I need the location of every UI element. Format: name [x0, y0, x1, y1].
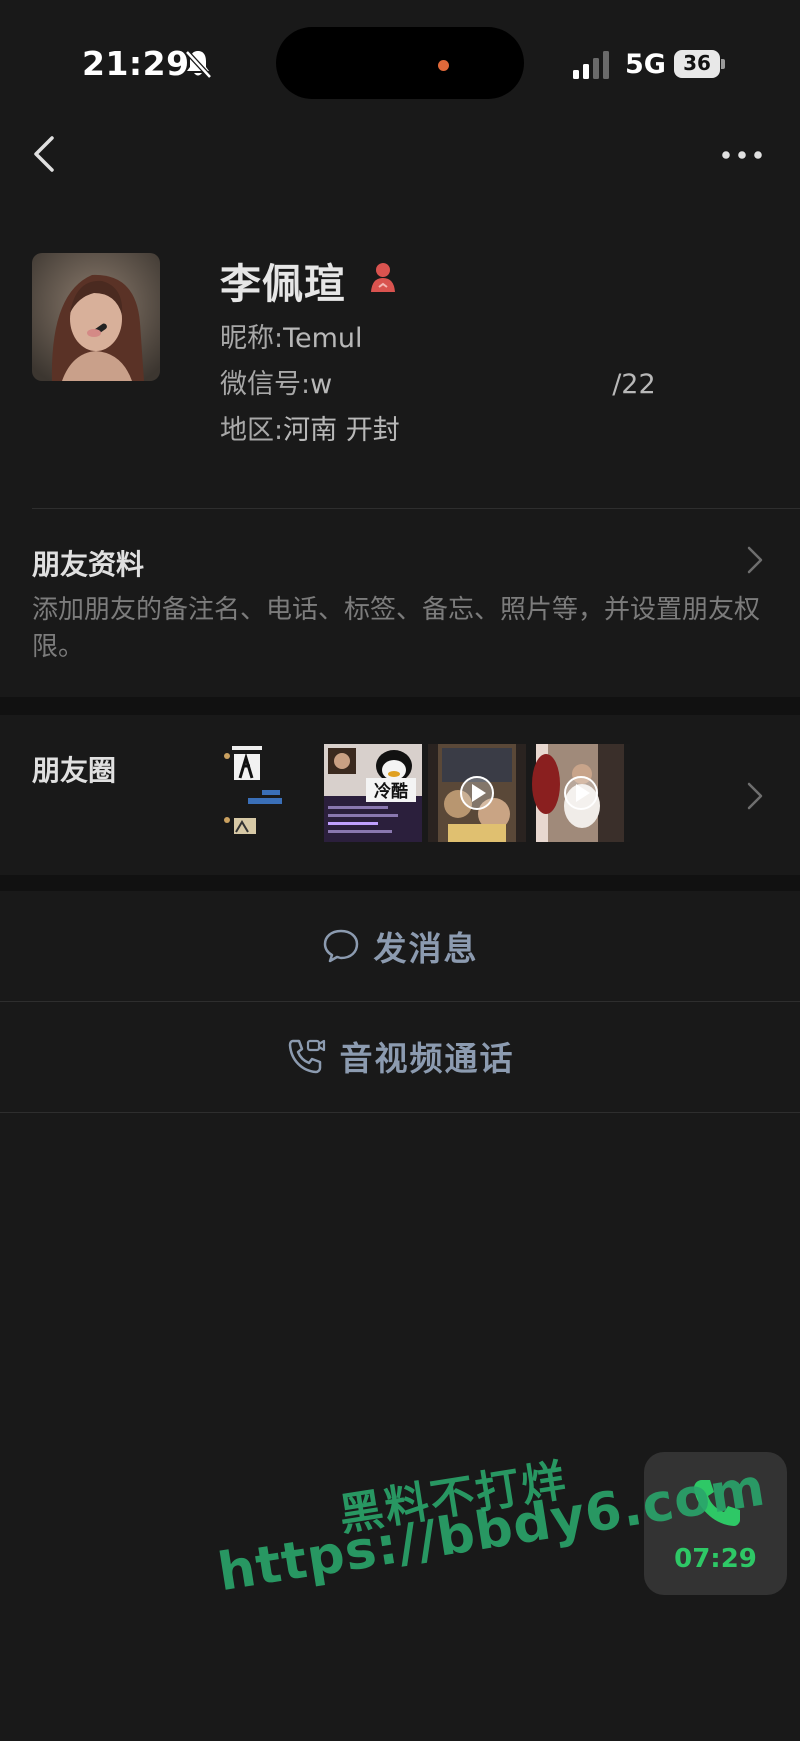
region-value: 河南 开封: [283, 415, 400, 446]
battery-icon: 36: [674, 50, 725, 78]
phone-video-icon: [288, 1039, 325, 1074]
wechat-id-suffix: /22: [612, 369, 656, 400]
status-time: 21:29: [82, 44, 190, 83]
divider: [0, 1112, 800, 1113]
back-icon[interactable]: [28, 132, 62, 176]
section-gap: [0, 875, 800, 891]
female-icon: [371, 263, 395, 292]
region-label: 地区:: [220, 415, 284, 446]
privacy-indicator: [438, 60, 449, 71]
bell-muted-icon: [185, 50, 212, 79]
chat-bubble-icon: [323, 929, 358, 963]
voice-video-call-button[interactable]: 音视频通话: [0, 1002, 800, 1110]
friend-info-description: 添加朋友的备注名、电话、标签、备忘、照片等，并设置朋友权限。: [32, 595, 761, 662]
wechat-id-line[interactable]: 微信号:w/22: [220, 362, 656, 401]
chevron-right-icon: [747, 782, 763, 810]
send-message-button[interactable]: 发消息: [0, 892, 800, 1000]
moments-title: 朋友圈: [32, 754, 117, 787]
moments-video-thumbnail[interactable]: [532, 744, 630, 842]
region-line: 地区:河南 开封: [220, 408, 400, 447]
nickname-line: 昵称:Temul: [220, 316, 363, 355]
moments-thumb-text: 冷酷: [374, 781, 408, 802]
avatar[interactable]: [32, 253, 160, 381]
contact-name: 李佩瑄: [220, 260, 346, 308]
call-duration: 07:29: [674, 1544, 757, 1574]
send-message-label: 发消息: [373, 929, 479, 968]
redacted-area: [332, 373, 612, 393]
friend-info-title: 朋友资料: [32, 548, 145, 581]
wechat-id-label: 微信号:: [220, 369, 311, 400]
moments-thumbnail[interactable]: [222, 744, 320, 842]
network-type: 5G: [625, 49, 666, 80]
contact-profile-page: 21:29 5G 36 李佩瑄 昵称:Temul 微信号:w /22 地区:河南…: [0, 0, 800, 1741]
wechat-id-prefix: w: [310, 369, 333, 400]
chevron-right-icon: [747, 546, 763, 574]
more-options-icon[interactable]: [720, 140, 764, 170]
status-bar: 21:29 5G 36: [0, 0, 800, 130]
battery-level: 36: [683, 51, 711, 75]
moments-thumbnail[interactable]: 冷酷: [324, 744, 422, 842]
signal-icon: [573, 51, 609, 79]
voice-video-call-label: 音视频通话: [339, 1039, 515, 1078]
nickname-label: 昵称:: [220, 323, 284, 354]
moments-video-thumbnail[interactable]: [428, 744, 526, 842]
dynamic-island: [276, 27, 524, 99]
nickname-value: Temul: [283, 323, 363, 354]
section-gap: [0, 697, 800, 715]
